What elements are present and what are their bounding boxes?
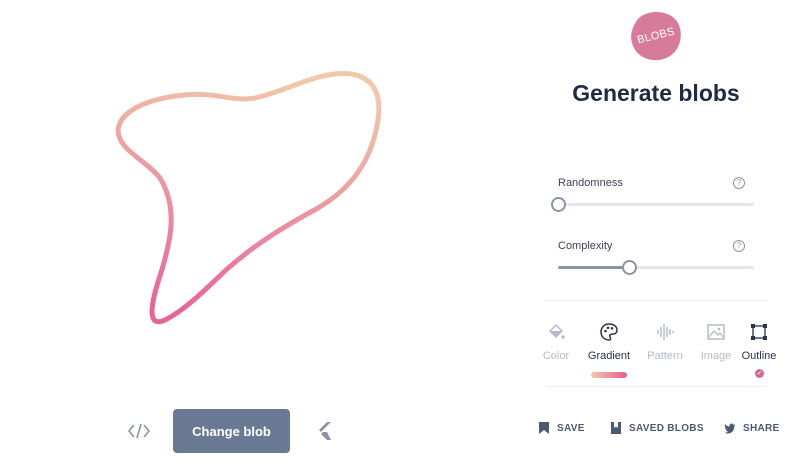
complexity-slider-fill <box>558 266 629 269</box>
sound-wave-icon <box>655 322 675 342</box>
page-title: Generate blobs <box>572 80 740 106</box>
bookmark-icon <box>538 421 550 435</box>
saved-blobs-button[interactable]: SAVED BLOBS <box>610 418 704 438</box>
divider <box>546 386 766 387</box>
randomness-label: Randomness <box>558 177 623 189</box>
bookmark-collection-icon <box>610 421 622 435</box>
logo: BLOBS <box>626 8 686 64</box>
palette-icon <box>599 322 619 342</box>
image-icon <box>706 322 726 342</box>
complexity-label: Complexity <box>558 240 613 252</box>
paint-bucket-icon <box>546 322 566 342</box>
blob-toolbar: Change blob <box>0 404 520 458</box>
save-label: SAVE <box>557 422 585 434</box>
complexity-slider[interactable] <box>558 260 754 275</box>
randomness-slider[interactable] <box>551 197 754 212</box>
code-icon[interactable] <box>126 419 152 443</box>
saved-blobs-label: SAVED BLOBS <box>629 422 704 434</box>
question-circle-icon[interactable]: ? <box>733 177 745 189</box>
change-blob-button[interactable]: Change blob <box>173 409 290 453</box>
share-button[interactable]: SHARE <box>724 418 780 438</box>
flutter-icon[interactable] <box>314 420 334 442</box>
randomness-slider-thumb[interactable] <box>551 197 566 212</box>
save-button[interactable]: SAVE <box>538 418 585 438</box>
blob-canvas <box>0 0 520 400</box>
divider <box>546 300 766 301</box>
active-tab-indicator <box>591 372 627 378</box>
blob-shape <box>115 70 382 325</box>
bounding-box-icon <box>749 322 769 342</box>
twitter-icon <box>724 421 736 435</box>
complexity-slider-thumb[interactable] <box>621 260 637 275</box>
check-icon: ✓ <box>755 369 764 378</box>
question-circle-icon[interactable]: ? <box>733 240 745 252</box>
share-label: SHARE <box>743 422 780 434</box>
tab-outline-label: Outline <box>741 350 777 362</box>
